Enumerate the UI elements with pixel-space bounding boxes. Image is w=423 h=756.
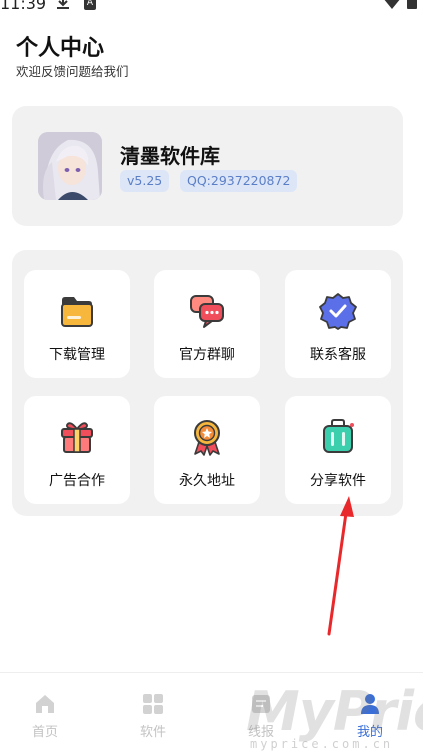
menu-tile-share-software[interactable]: 分享软件 [285, 396, 391, 504]
menu-tile-official-group[interactable]: 官方群聊 [154, 270, 260, 378]
watermark: MyPrice [246, 680, 423, 743]
tab-home[interactable]: 首页 [10, 693, 80, 743]
tab-label: 软件 [139, 725, 166, 740]
page-subtitle: 欢迎反馈问题给我们 [16, 64, 129, 79]
menu-panel: 下载管理 官方群聊 联系客服 广告合作 永久地址 分享软件 [12, 250, 403, 516]
avatar [38, 132, 102, 200]
medal-icon [194, 420, 220, 456]
menu-tile-ad-cooperation[interactable]: 广告合作 [24, 396, 130, 504]
download-icon [57, 0, 69, 9]
home-icon [36, 695, 54, 713]
menu-tile-label: 下载管理 [49, 347, 105, 363]
app-name: 清墨软件库 [120, 144, 220, 168]
menu-tile-customer-service[interactable]: 联系客服 [285, 270, 391, 378]
menu-tile-label: 广告合作 [49, 473, 105, 489]
watermark-url: myprice.com.cn [250, 737, 394, 751]
notification-a-icon: A [84, 0, 96, 10]
suitcase-icon [323, 419, 354, 453]
menu-tile-permanent-address[interactable]: 永久地址 [154, 396, 260, 504]
verified-badge-icon [319, 293, 357, 330]
page-title: 个人中心 [16, 36, 105, 61]
gift-icon [61, 422, 93, 453]
profile-card[interactable]: 清墨软件库 v5.25 QQ:2937220872 [12, 106, 403, 226]
tab-software[interactable]: 软件 [118, 693, 188, 743]
menu-tile-download-manager[interactable]: 下载管理 [24, 270, 130, 378]
chat-bubbles-icon [190, 295, 224, 328]
grid-icon [143, 694, 163, 714]
avatar-illustration [38, 132, 102, 200]
menu-tile-label: 分享软件 [310, 473, 366, 489]
status-time: 11:39 [0, 0, 47, 13]
status-bar: 11:39 A [0, 0, 423, 16]
battery-icon [407, 0, 417, 9]
menu-tile-label: 永久地址 [179, 473, 235, 489]
qq-badge[interactable]: QQ:2937220872 [180, 170, 298, 192]
tab-label: 首页 [31, 725, 58, 740]
version-badge: v5.25 [120, 170, 170, 192]
folder-icon [61, 297, 93, 327]
status-indicators [383, 0, 417, 10]
menu-tile-label: 官方群聊 [179, 347, 235, 363]
menu-tile-label: 联系客服 [310, 347, 366, 363]
wifi-icon [384, 0, 400, 9]
